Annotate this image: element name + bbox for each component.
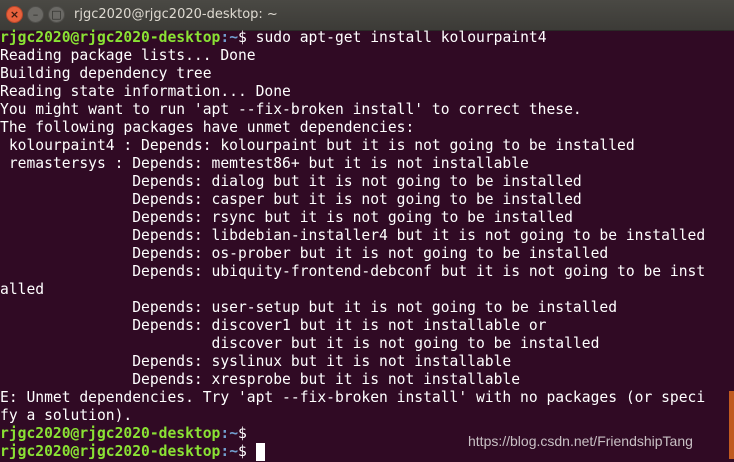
output-line: Reading package lists... Done <box>0 47 725 65</box>
output-text: Depends: syslinux but it is not installa… <box>0 353 512 370</box>
output-line: The following packages have unmet depend… <box>0 119 725 137</box>
output-text: Depends: dialog but it is not going to b… <box>0 173 582 190</box>
output-line: Depends: casper but it is not going to b… <box>0 191 725 209</box>
output-text: fy a solution). <box>0 407 133 424</box>
prompt-user-host: rjgc2020@rjgc2020-desktop <box>0 29 221 46</box>
output-line: kolourpaint4 : Depends: kolourpaint but … <box>0 137 725 155</box>
output-line: Depends: dialog but it is not going to b… <box>0 173 725 191</box>
prompt-path: :~ <box>220 425 239 442</box>
output-text: Depends: ubiquity-frontend-debconf but i… <box>0 263 706 280</box>
output-text: Depends: discover1 but it is not install… <box>0 317 547 334</box>
output-text: Reading state information... Done <box>0 83 291 100</box>
prompt-path: :~ <box>220 443 239 460</box>
output-line: remastersys : Depends: memtest86+ but it… <box>0 155 725 173</box>
prompt-line: rjgc2020@rjgc2020-desktop:~$ sudo apt-ge… <box>0 29 725 47</box>
output-line: Depends: syslinux but it is not installa… <box>0 353 725 371</box>
output-line: You might want to run 'apt --fix-broken … <box>0 101 725 119</box>
maximize-button[interactable]: □ <box>48 6 65 23</box>
output-line: Depends: user-setup but it is not going … <box>0 299 725 317</box>
close-button[interactable]: × <box>6 6 23 23</box>
output-text: alled <box>0 281 45 298</box>
output-text: kolourpaint4 : Depends: kolourpaint but … <box>0 137 635 154</box>
output-text: The following packages have unmet depend… <box>0 119 415 136</box>
window-title: rjgc2020@rjgc2020-desktop: ~ <box>74 7 278 22</box>
output-line: Depends: discover1 but it is not install… <box>0 317 725 335</box>
output-line: Depends: libdebian-installer4 but it is … <box>0 227 725 245</box>
output-line: fy a solution). <box>0 407 725 425</box>
output-text: Depends: casper but it is not going to b… <box>0 191 582 208</box>
output-line: Depends: rsync but it is not going to be… <box>0 209 725 227</box>
prompt-path: :~ <box>220 29 239 46</box>
output-line: Depends: os-prober but it is not going t… <box>0 245 725 263</box>
prompt-user-host: rjgc2020@rjgc2020-desktop <box>0 425 221 442</box>
output-line: Depends: xresprobe but it is not install… <box>0 371 725 389</box>
output-line: Building dependency tree <box>0 65 725 83</box>
output-text: Depends: user-setup but it is not going … <box>0 299 618 316</box>
output-text: E: Unmet dependencies. Try 'apt --fix-br… <box>0 389 706 406</box>
output-text: remastersys : Depends: memtest86+ but it… <box>0 155 529 172</box>
command-text: $ <box>238 443 256 460</box>
output-text: Reading package lists... Done <box>0 47 256 64</box>
output-text: Depends: xresprobe but it is not install… <box>0 371 521 388</box>
scrollbar-thumb[interactable] <box>729 391 734 459</box>
watermark-text: https://blog.csdn.net/FriendshipTang <box>468 433 693 449</box>
output-line: E: Unmet dependencies. Try 'apt --fix-br… <box>0 389 725 407</box>
output-line: alled <box>0 281 725 299</box>
minimize-button[interactable]: – <box>27 6 44 23</box>
output-text: Depends: os-prober but it is not going t… <box>0 245 609 262</box>
text-cursor <box>255 443 265 461</box>
terminal-output[interactable]: rjgc2020@rjgc2020-desktop:~$ sudo apt-ge… <box>0 29 725 462</box>
terminal-window: × – □ rjgc2020@rjgc2020-desktop: ~ rjgc2… <box>0 0 734 462</box>
close-icon: × <box>9 8 20 21</box>
output-text: discover but it is not going to be insta… <box>0 335 600 352</box>
command-text: $ <box>238 425 247 442</box>
prompt-user-host: rjgc2020@rjgc2020-desktop <box>0 443 221 460</box>
output-text: Depends: libdebian-installer4 but it is … <box>0 227 706 244</box>
output-line: Depends: ubiquity-frontend-debconf but i… <box>0 263 725 281</box>
output-text: Building dependency tree <box>0 65 212 82</box>
minimize-icon: – <box>32 8 39 21</box>
output-line: Reading state information... Done <box>0 83 725 101</box>
output-text: Depends: rsync but it is not going to be… <box>0 209 573 226</box>
title-bar[interactable]: × – □ rjgc2020@rjgc2020-desktop: ~ <box>0 0 734 31</box>
command-text: $ sudo apt-get install kolourpaint4 <box>238 29 547 46</box>
output-line: discover but it is not going to be insta… <box>0 335 725 353</box>
maximize-icon: □ <box>51 8 62 21</box>
output-text: You might want to run 'apt --fix-broken … <box>0 101 582 118</box>
